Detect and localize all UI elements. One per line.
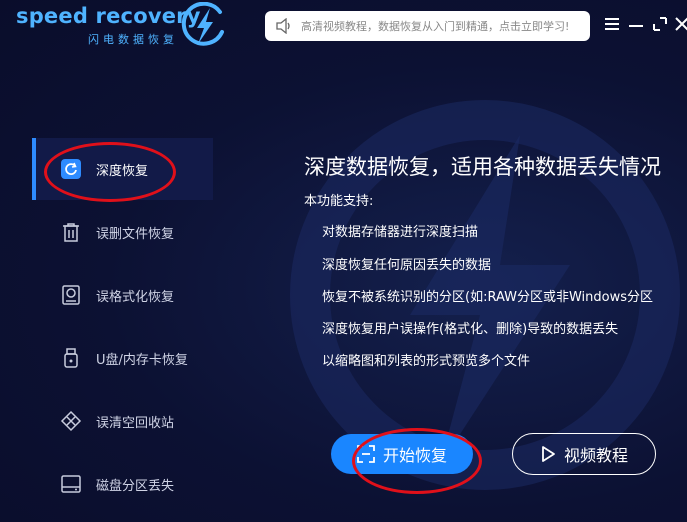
deep-recovery-icon [61,159,81,179]
feature-item: 恢复不被系统识别的分区(如:RAW分区或非Windows分区 [322,290,654,305]
sidebar-item-label: 误删文件恢复 [96,226,175,242]
feature-item: 深度恢复用户误操作(格式化、删除)导致的数据丢失 [322,322,619,337]
active-indicator [32,138,36,200]
sidebar-item-label: 深度恢复 [96,163,149,179]
title-bar: speed recovery 闪电数据恢复 高清视频教程，数据恢复从入门到精通，… [0,0,687,56]
speaker-icon [276,18,290,34]
video-tutorial-button[interactable]: 视频教程 [512,433,656,475]
lightning-logo-icon [181,2,224,46]
sidebar-item-label: U盘/内存卡恢复 [96,352,188,368]
notice-text: 高清视频教程，数据恢复从入门到精通，点击立即学习! [301,20,570,33]
logo-subtitle: 闪电数据恢复 [88,33,178,46]
feature-item: 以缩略图和列表的形式预览多个文件 [322,354,531,369]
sidebar-item-deep-recovery[interactable]: 深度恢复 [32,138,213,200]
sidebar-item-recycle-bin[interactable]: 误清空回收站 [32,390,213,452]
sidebar-item-label: 磁盘分区丢失 [96,478,175,494]
minimize-icon[interactable] [626,14,646,34]
page-title: 深度数据恢复，适用各种数据丢失情况 [304,155,661,179]
sidebar-item-label: 误格式化恢复 [96,289,175,305]
close-icon[interactable] [672,14,687,34]
feature-item: 深度恢复任何原因丢失的数据 [322,258,492,273]
video-tutorial-label: 视频教程 [563,446,628,465]
notice-bar[interactable]: 高清视频教程，数据恢复从入门到精通，点击立即学习! [265,11,590,41]
disk-partition-icon [61,475,81,493]
sidebar-item-deleted-files[interactable]: 误删文件恢复 [32,201,213,263]
maximize-icon[interactable] [650,14,670,34]
play-icon [542,446,555,462]
support-label: 本功能支持: [304,194,374,209]
feature-item: 对数据存储器进行深度扫描 [322,225,479,240]
start-recovery-button[interactable]: 开始恢复 [331,434,473,474]
sidebar-item-usb-recovery[interactable]: U盘/内存卡恢复 [32,327,213,389]
recycle-bin-icon [60,410,82,432]
trash-icon [63,223,79,242]
app-window: speed recovery 闪电数据恢复 高清视频教程，数据恢复从入门到精通，… [0,0,687,522]
sidebar-item-format-recovery[interactable]: 误格式化恢复 [32,264,213,326]
sidebar-item-label: 误清空回收站 [96,415,175,431]
logo-text: speed recovery [16,4,201,28]
format-disk-icon [62,285,80,305]
menu-icon[interactable] [602,14,622,34]
scan-icon [357,445,375,463]
usb-drive-icon [64,348,78,368]
sidebar-item-partition-lost[interactable]: 磁盘分区丢失 [32,453,213,515]
start-recovery-label: 开始恢复 [382,446,447,465]
